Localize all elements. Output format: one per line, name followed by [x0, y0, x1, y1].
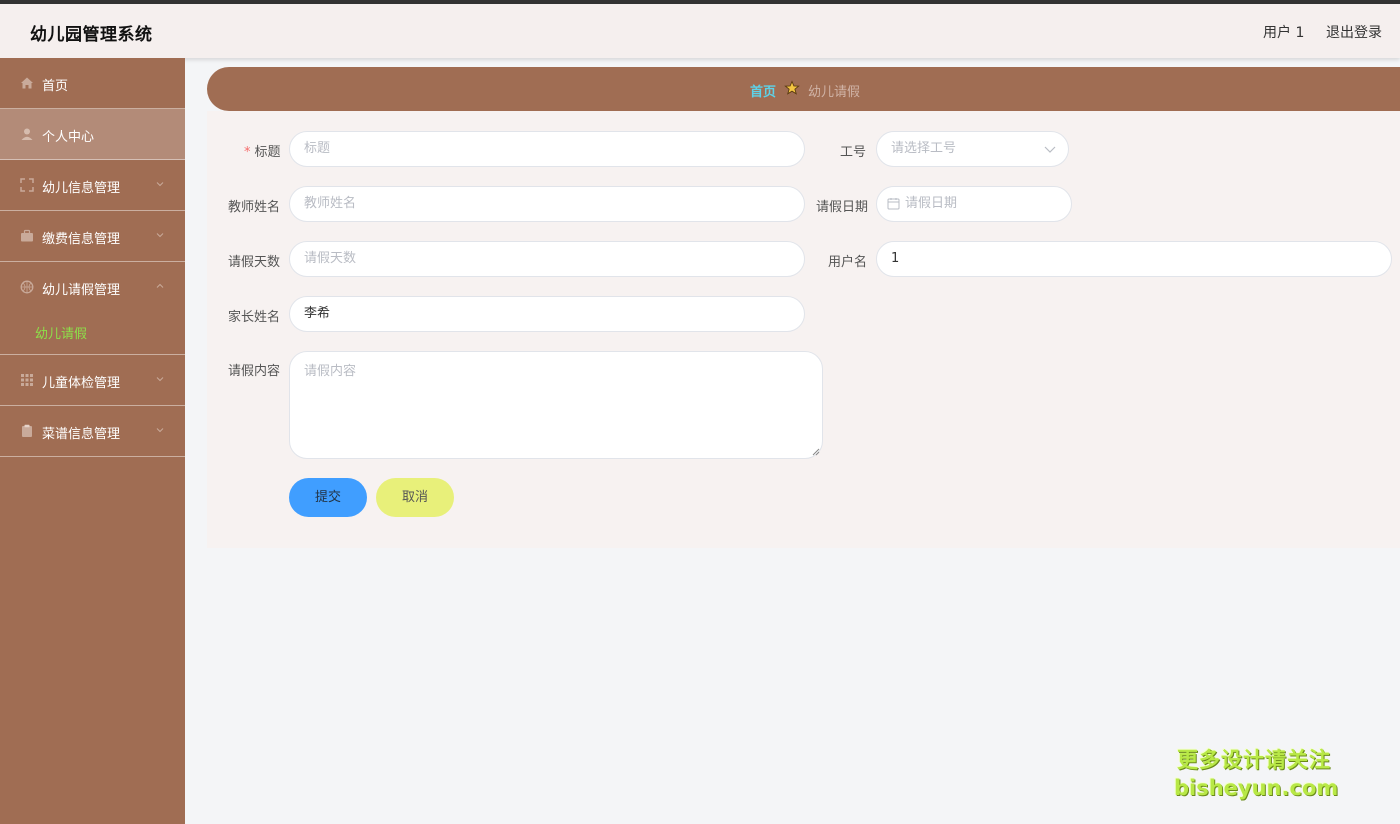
username-label: 用户名	[828, 255, 868, 270]
calendar-icon	[887, 198, 900, 210]
sidebar-item-label: 菜谱信息管理	[42, 427, 121, 442]
parent-name-input[interactable]: 李希	[289, 296, 805, 332]
chevron-down-icon	[156, 182, 164, 187]
breadcrumb-current: 幼儿请假	[808, 85, 861, 100]
sidebar-item-recipes[interactable]: 菜谱信息管理	[0, 406, 185, 457]
chevron-down-icon	[156, 233, 164, 238]
watermark: 更多设计请关注 bisheyun.com	[1174, 744, 1339, 800]
sidebar-item-label: 儿童体检管理	[42, 376, 121, 391]
content-textarea[interactable]: 请假内容	[289, 351, 823, 459]
username-input[interactable]: 1	[876, 241, 1392, 277]
chevron-up-icon	[156, 283, 164, 288]
submenu-leave: 幼儿请假	[0, 313, 185, 355]
basketball-icon	[20, 280, 34, 294]
sidebar-item-label: 首页	[42, 79, 69, 94]
star-icon	[784, 80, 800, 95]
cancel-button[interactable]: 取消	[376, 478, 454, 517]
chevron-down-icon	[1044, 146, 1056, 153]
teacher-name-label: 教师姓名	[228, 200, 281, 215]
sidebar-item-label: 幼儿信息管理	[42, 181, 121, 196]
home-icon	[21, 77, 33, 89]
sidebar: 首页 个人中心 幼儿信息管理 缴费信息管理 幼儿请假管理 幼儿请假 儿童体检管理…	[0, 58, 185, 824]
watermark-line2: bisheyun.com	[1174, 776, 1339, 800]
title-input[interactable]: 标题	[289, 131, 805, 167]
sidebar-item-profile[interactable]: 个人中心	[0, 109, 185, 160]
app-title: 幼儿园管理系统	[30, 25, 153, 45]
fullscreen-icon	[20, 178, 34, 192]
worker-id-label: 工号	[840, 145, 867, 160]
leave-days-label: 请假天数	[228, 255, 281, 270]
top-header: 幼儿园管理系统 用户 1 退出登录	[0, 4, 1400, 58]
required-mark: *	[244, 145, 251, 160]
teacher-name-input[interactable]: 教师姓名	[289, 186, 805, 222]
worker-id-select[interactable]: 请选择工号	[876, 131, 1069, 167]
sidebar-item-label: 幼儿请假管理	[42, 283, 121, 298]
submenu-item-leave[interactable]: 幼儿请假	[35, 323, 87, 342]
grid-icon	[21, 374, 33, 386]
briefcase-icon	[21, 229, 33, 242]
breadcrumb: 首页 幼儿请假	[207, 67, 1400, 111]
leave-date-label: 请假日期	[816, 200, 869, 215]
current-user: 用户 1	[1263, 25, 1305, 41]
submit-button[interactable]: 提交	[289, 478, 367, 517]
sidebar-item-leave[interactable]: 幼儿请假管理	[0, 262, 185, 313]
sidebar-item-label: 个人中心	[42, 130, 95, 145]
user-icon	[21, 128, 33, 140]
sidebar-item-health-check[interactable]: 儿童体检管理	[0, 355, 185, 406]
sidebar-item-home[interactable]: 首页	[0, 58, 185, 109]
leave-date-picker[interactable]: 请假日期	[876, 186, 1072, 222]
sidebar-item-child-info[interactable]: 幼儿信息管理	[0, 160, 185, 211]
sidebar-item-label: 缴费信息管理	[42, 232, 121, 247]
watermark-line1: 更多设计请关注	[1177, 748, 1331, 772]
resize-handle-icon[interactable]	[811, 447, 820, 456]
breadcrumb-home[interactable]: 首页	[750, 81, 776, 100]
clipboard-icon	[22, 424, 32, 437]
chevron-down-icon	[156, 377, 164, 382]
chevron-down-icon	[156, 428, 164, 433]
leave-days-input[interactable]: 请假天数	[289, 241, 805, 277]
sidebar-item-payment[interactable]: 缴费信息管理	[0, 211, 185, 262]
parent-name-label: 家长姓名	[228, 310, 281, 325]
content-label: 请假内容	[228, 364, 281, 379]
title-label: * 标题	[244, 145, 281, 160]
logout-link[interactable]: 退出登录	[1326, 22, 1382, 42]
